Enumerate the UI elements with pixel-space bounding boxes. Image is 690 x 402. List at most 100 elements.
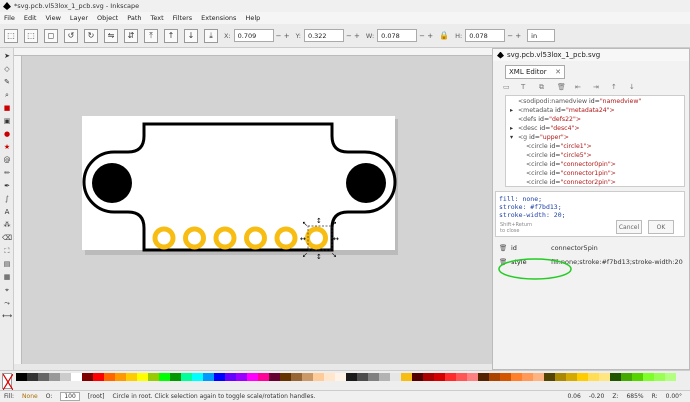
color-swatch[interactable] (225, 373, 236, 381)
mounting-hole-right[interactable] (346, 163, 386, 203)
menu-item-layer[interactable]: Layer (70, 14, 88, 22)
color-swatch[interactable] (137, 373, 148, 381)
css-editor[interactable]: fill: none; stroke: #f7bd13; stroke-widt… (499, 195, 566, 219)
color-swatch[interactable] (280, 373, 291, 381)
color-swatch[interactable] (247, 373, 258, 381)
rect-tool-icon[interactable]: ■ (2, 103, 12, 113)
x-stepper-icon[interactable]: − + (276, 32, 290, 40)
color-swatch[interactable] (434, 373, 445, 381)
color-swatch[interactable] (599, 373, 610, 381)
color-swatch[interactable] (258, 373, 269, 381)
color-swatch[interactable] (665, 373, 676, 381)
color-swatch[interactable] (93, 373, 104, 381)
color-swatch[interactable] (643, 373, 654, 381)
xml-node[interactable]: <sodipodi:namedview id="namedview" (510, 98, 680, 107)
h-stepper-icon[interactable]: − + (507, 32, 521, 40)
select-all-icon[interactable]: ⬚ (4, 28, 18, 43)
node-toggle-icon[interactable]: ▸ (510, 125, 518, 132)
rotate-cw-icon[interactable]: ↻ (84, 28, 98, 43)
pen-tool-icon[interactable]: ✒ (2, 181, 12, 191)
opacity-value[interactable]: 100 (60, 392, 80, 401)
node-toggle-icon[interactable]: ▾ (510, 134, 518, 141)
pcb-drawing[interactable]: ↖ ↕ ↗ ↔ ↔ ↙ ↕ ↘ (82, 116, 402, 266)
color-swatch[interactable] (38, 373, 49, 381)
menu-item-path[interactable]: Path (127, 14, 141, 22)
close-icon[interactable]: ✕ (555, 68, 561, 76)
color-swatch[interactable] (588, 373, 599, 381)
color-swatch[interactable] (423, 373, 434, 381)
color-swatch[interactable] (71, 373, 82, 381)
color-swatch[interactable] (577, 373, 588, 381)
layer-select[interactable]: [root] (88, 393, 105, 400)
zoom-value[interactable]: 685% (626, 393, 643, 400)
new-element-icon[interactable]: ▭ (503, 83, 511, 91)
color-swatch[interactable] (511, 373, 522, 381)
color-swatch[interactable] (335, 373, 346, 381)
color-swatch[interactable] (49, 373, 60, 381)
xml-node[interactable]: <circle id="circle1"> (510, 143, 680, 152)
eraser-tool-icon[interactable]: ⌫ (2, 233, 12, 243)
color-swatch[interactable] (368, 373, 379, 381)
color-swatch[interactable] (291, 373, 302, 381)
color-swatch[interactable] (544, 373, 555, 381)
duplicate-node-icon[interactable]: ⧉ (539, 83, 547, 91)
gradient-tool-icon[interactable]: ▤ (2, 259, 12, 269)
tab-xml-editor[interactable]: XML Editor ✕ (505, 65, 565, 79)
lower-to-bottom-icon[interactable]: ⤓ (204, 28, 218, 43)
color-swatch[interactable] (401, 373, 412, 381)
lock-proportions-icon[interactable]: 🔒 (439, 29, 449, 43)
node-tool-icon[interactable]: ◇ (2, 64, 12, 74)
pencil-tool-icon[interactable]: ✏ (2, 168, 12, 178)
color-swatch[interactable] (115, 373, 126, 381)
color-swatch[interactable] (566, 373, 577, 381)
attribute-value-editor[interactable]: fill: none; stroke: #f7bd13; stroke-widt… (495, 191, 685, 237)
color-swatch[interactable] (632, 373, 643, 381)
node-toggle-icon[interactable]: ▸ (510, 107, 518, 114)
units-select[interactable]: in (527, 29, 556, 42)
color-swatch[interactable] (445, 373, 456, 381)
color-swatch[interactable] (104, 373, 115, 381)
3dbox-tool-icon[interactable]: ▣ (2, 116, 12, 126)
drawing-canvas[interactable]: ↖ ↕ ↗ ↔ ↔ ↙ ↕ ↘ (22, 56, 492, 364)
color-swatch[interactable] (467, 373, 478, 381)
xml-node[interactable]: <defs id="defs22"> (510, 116, 680, 125)
color-swatch[interactable] (181, 373, 192, 381)
flip-horizontal-icon[interactable]: ⇋ (104, 28, 118, 43)
delete-attribute-icon[interactable]: 🗑 (499, 244, 507, 252)
ok-button[interactable]: OK (648, 220, 674, 234)
select-all-layers-icon[interactable]: ⬚ (24, 28, 38, 43)
color-swatch[interactable] (555, 373, 566, 381)
xml-node[interactable]: ▸ <desc id="desc4"> (510, 125, 680, 134)
color-swatch[interactable] (236, 373, 247, 381)
indent-icon[interactable]: ⇥ (593, 83, 601, 91)
new-text-icon[interactable]: T (521, 83, 529, 91)
color-swatch[interactable] (126, 373, 137, 381)
color-swatch[interactable] (324, 373, 335, 381)
color-swatch[interactable] (170, 373, 181, 381)
color-swatch[interactable] (654, 373, 665, 381)
menu-item-text[interactable]: Text (151, 14, 164, 22)
attribute-row-id[interactable]: 🗑 id connector5pin (493, 241, 689, 255)
flip-vertical-icon[interactable]: ⇵ (124, 28, 138, 43)
delete-node-icon[interactable]: 🗑 (557, 83, 566, 91)
menu-item-filters[interactable]: Filters (173, 14, 192, 22)
horizontal-ruler[interactable] (14, 48, 492, 56)
xml-node[interactable]: ▾ <g id="upper"> (510, 134, 680, 143)
measure-tool-icon[interactable]: ⟷ (2, 311, 12, 321)
color-swatch[interactable] (621, 373, 632, 381)
ellipse-tool-icon[interactable]: ● (2, 129, 12, 139)
y-input[interactable]: 0.322 (303, 29, 344, 42)
xml-node[interactable]: <circle id="connector2pin"> (510, 179, 680, 186)
color-swatch[interactable] (500, 373, 511, 381)
x-input[interactable]: 0.709 (233, 29, 274, 42)
connector-tool-icon[interactable]: ⤳ (2, 298, 12, 308)
selector-tool-icon[interactable]: ➤ (2, 51, 12, 61)
deselect-icon[interactable]: ◻ (44, 28, 58, 43)
menu-item-help[interactable]: Help (245, 14, 260, 22)
spiral-tool-icon[interactable]: @ (2, 155, 12, 165)
mesh-tool-icon[interactable]: ▦ (2, 272, 12, 282)
color-swatch[interactable] (82, 373, 93, 381)
bucket-tool-icon[interactable]: ⛶ (2, 246, 12, 256)
color-swatch[interactable] (456, 373, 467, 381)
w-input[interactable]: 0.078 (377, 29, 418, 42)
